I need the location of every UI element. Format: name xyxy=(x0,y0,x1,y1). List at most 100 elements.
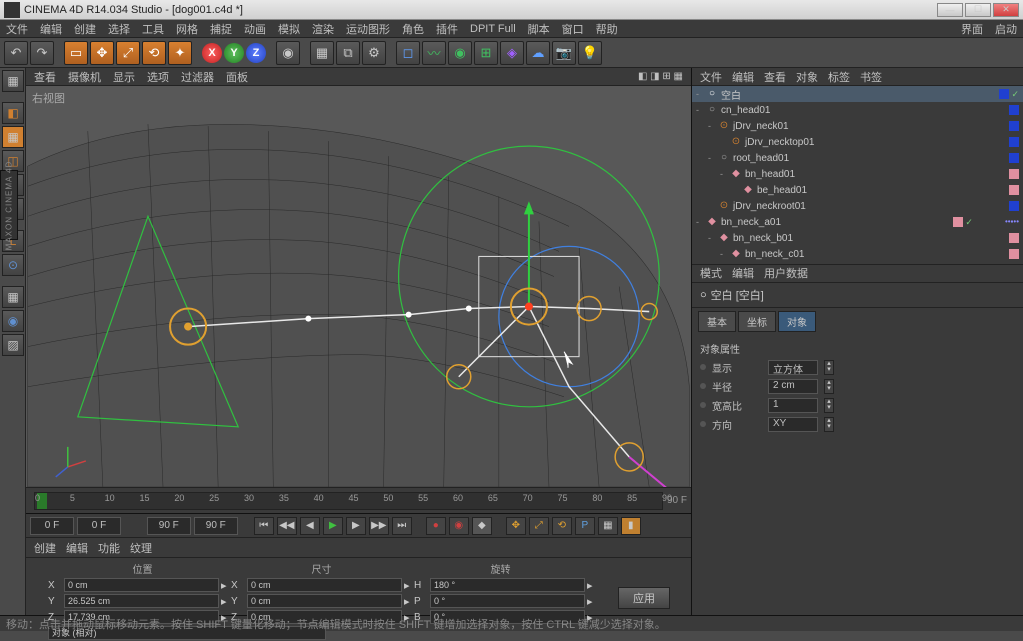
subtab-对象[interactable]: 对象 xyxy=(778,311,816,332)
y-axis-toggle[interactable]: Y xyxy=(224,43,244,63)
tree-item-bn_neck_a01[interactable]: -◆bn_neck_a01✓••▪•• xyxy=(692,214,1023,230)
last-tool[interactable]: ✦ xyxy=(168,41,192,65)
end-frame-input[interactable]: 90 F xyxy=(147,517,191,535)
texture-mode[interactable]: ▦ xyxy=(2,126,24,148)
attr-半径[interactable]: 2 cm xyxy=(768,379,818,394)
menu-文件[interactable]: 文件 xyxy=(6,21,28,37)
pos-X[interactable]: 0 cm xyxy=(64,578,219,592)
play-button[interactable]: ▶ xyxy=(323,517,343,535)
menu-捕捉[interactable]: 捕捉 xyxy=(210,21,232,37)
menu-运动图形[interactable]: 运动图形 xyxy=(346,21,390,37)
tree-item-jDrv_neckroot01[interactable]: ⊙jDrv_neckroot01 xyxy=(692,198,1023,214)
size-X[interactable]: 0 cm xyxy=(247,578,402,592)
anim-mode-button[interactable]: ▮ xyxy=(621,517,641,535)
vp-tab-查看[interactable]: 查看 xyxy=(34,69,56,85)
end-frame-input-2[interactable]: 90 F xyxy=(194,517,238,535)
rotate-tool[interactable]: ⟲ xyxy=(142,41,166,65)
scale-tool[interactable]: ⤢ xyxy=(116,41,140,65)
size-Y[interactable]: 0 cm xyxy=(247,594,402,608)
light-button[interactable]: 💡 xyxy=(578,41,602,65)
prev-key-button[interactable]: ◀◀ xyxy=(277,517,297,535)
close-button[interactable]: ✕ xyxy=(993,3,1019,17)
render-view-button[interactable]: ▦ xyxy=(310,41,334,65)
attr-方向[interactable]: XY xyxy=(768,417,818,432)
nurbs-button[interactable]: ◉ xyxy=(448,41,472,65)
menu-脚本[interactable]: 脚本 xyxy=(528,21,550,37)
vp-tab-选项[interactable]: 选项 xyxy=(147,69,169,85)
subtab-坐标[interactable]: 坐标 xyxy=(738,311,776,332)
menu-界面[interactable]: 界面 xyxy=(961,21,983,37)
tree-item-jDrv_neck01[interactable]: -⊙jDrv_neck01 xyxy=(692,118,1023,134)
obj-tab-文件[interactable]: 文件 xyxy=(700,69,722,85)
prev-frame-button[interactable]: ◀ xyxy=(300,517,320,535)
menu-编辑[interactable]: 编辑 xyxy=(40,21,62,37)
tree-item-bn_neck_b01[interactable]: -◆bn_neck_b01 xyxy=(692,230,1023,246)
next-frame-button[interactable]: ▶ xyxy=(346,517,366,535)
tree-item-bn_head01[interactable]: -◆bn_head01 xyxy=(692,166,1023,182)
mat-tab-功能[interactable]: 功能 xyxy=(98,540,120,556)
current-frame-input[interactable]: 0 F xyxy=(77,517,121,535)
tree-item-jDrv_necktop01[interactable]: ⊙jDrv_necktop01 xyxy=(692,134,1023,150)
maximize-button[interactable]: ☐ xyxy=(965,3,991,17)
menu-工具[interactable]: 工具 xyxy=(142,21,164,37)
undo-button[interactable]: ↶ xyxy=(4,41,28,65)
mat-tab-创建[interactable]: 创建 xyxy=(34,540,56,556)
make-editable-button[interactable]: ▦ xyxy=(2,70,24,92)
spinner[interactable]: ▴▾ xyxy=(824,379,834,394)
array-button[interactable]: ⊞ xyxy=(474,41,498,65)
menu-窗口[interactable]: 窗口 xyxy=(562,21,584,37)
attr-宽高比[interactable]: 1 xyxy=(768,398,818,413)
apply-button[interactable]: 应用 xyxy=(618,587,670,609)
model-mode[interactable]: ◧ xyxy=(2,102,24,124)
spinner[interactable]: ▴▾ xyxy=(824,417,834,432)
pos-key-button[interactable]: ✥ xyxy=(506,517,526,535)
subtab-基本[interactable]: 基本 xyxy=(698,311,736,332)
menu-动画[interactable]: 动画 xyxy=(244,21,266,37)
coord-system-button[interactable]: ◉ xyxy=(276,41,300,65)
obj-tab-编辑[interactable]: 编辑 xyxy=(732,69,754,85)
tree-item-be_head01[interactable]: ◆be_head01 xyxy=(692,182,1023,198)
tree-item-root_head01[interactable]: -○root_head01 xyxy=(692,150,1023,166)
viewport[interactable]: 右视图 xyxy=(26,86,691,487)
attr-显示[interactable]: 立方体 xyxy=(768,360,818,375)
menu-渲染[interactable]: 渲染 xyxy=(312,21,334,37)
mat-tab-编辑[interactable]: 编辑 xyxy=(66,540,88,556)
next-key-button[interactable]: ▶▶ xyxy=(369,517,389,535)
vp-tab-摄像机[interactable]: 摄像机 xyxy=(68,69,101,85)
render-settings-button[interactable]: ⚙ xyxy=(362,41,386,65)
environment-button[interactable]: ☁ xyxy=(526,41,550,65)
start-frame-input[interactable]: 0 F xyxy=(30,517,74,535)
vp-tab-过滤器[interactable]: 过滤器 xyxy=(181,69,214,85)
menu-选择[interactable]: 选择 xyxy=(108,21,130,37)
menu-帮助[interactable]: 帮助 xyxy=(596,21,618,37)
menu-启动[interactable]: 启动 xyxy=(995,21,1017,37)
z-axis-toggle[interactable]: Z xyxy=(246,43,266,63)
menu-DPIT Full[interactable]: DPIT Full xyxy=(470,23,516,35)
timeline[interactable]: 051015202530354045505560657075808590 90 … xyxy=(26,487,691,513)
menu-模拟[interactable]: 模拟 xyxy=(278,21,300,37)
tree-item-bn_neck_c01[interactable]: -◆bn_neck_c01 xyxy=(692,246,1023,262)
select-tool[interactable]: ▭ xyxy=(64,41,88,65)
object-tree[interactable]: -○空白✓-○cn_head01-⊙jDrv_neck01⊙jDrv_neckt… xyxy=(692,86,1023,265)
pos-Y[interactable]: 26.525 cm xyxy=(64,594,219,608)
obj-tab-标签[interactable]: 标签 xyxy=(828,69,850,85)
attr-tab-编辑[interactable]: 编辑 xyxy=(732,265,754,281)
snap-button[interactable]: ⊙ xyxy=(2,254,24,276)
param-key-button[interactable]: P xyxy=(575,517,595,535)
pla-key-button[interactable]: ▦ xyxy=(598,517,618,535)
attr-tab-模式[interactable]: 模式 xyxy=(700,265,722,281)
rot-key-button[interactable]: ⟲ xyxy=(552,517,572,535)
spinner[interactable]: ▴▾ xyxy=(824,398,834,413)
keyframe-sel-button[interactable]: ◆ xyxy=(472,517,492,535)
menu-网格[interactable]: 网格 xyxy=(176,21,198,37)
spline-primitive[interactable]: 〰 xyxy=(422,41,446,65)
menu-插件[interactable]: 插件 xyxy=(436,21,458,37)
soft-select-button[interactable]: ◉ xyxy=(2,310,24,332)
move-tool[interactable]: ✥ xyxy=(90,41,114,65)
tree-item-cn_head01[interactable]: -○cn_head01 xyxy=(692,102,1023,118)
obj-tab-对象[interactable]: 对象 xyxy=(796,69,818,85)
vp-tab-面板[interactable]: 面板 xyxy=(226,69,248,85)
redo-button[interactable]: ↷ xyxy=(30,41,54,65)
obj-tab-查看[interactable]: 查看 xyxy=(764,69,786,85)
rot-H[interactable]: 180 ° xyxy=(430,578,585,592)
